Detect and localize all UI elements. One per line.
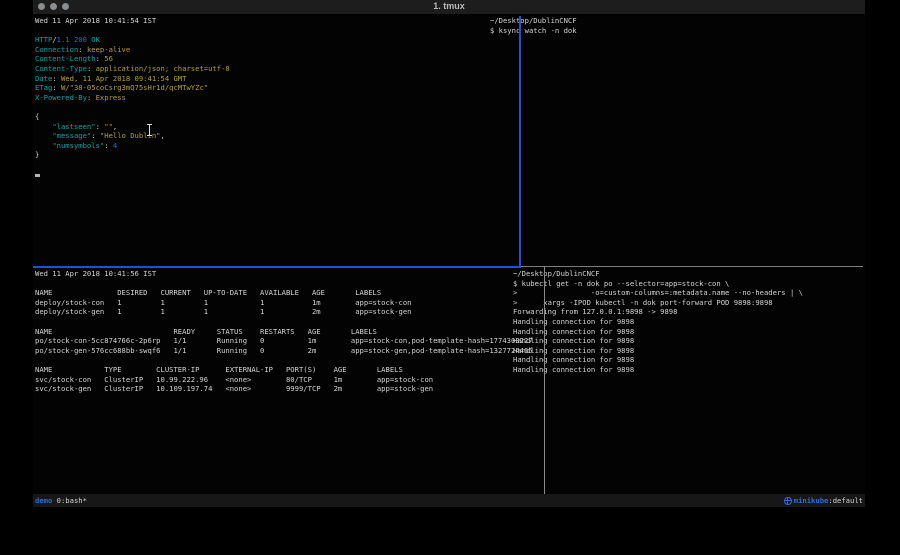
window-titlebar[interactable]: 1. tmux [33, 0, 865, 15]
terminal-line: po/stock-con-5cc874766c-2p6rp 1/1 Runnin… [35, 336, 542, 346]
terminal-line: ETag: W/"38-05coCsrg3mQ75sHr1d/qcMTwYZc" [35, 83, 518, 93]
terminal-line: > -o=custom-columns=:metadata.name --no-… [513, 288, 863, 298]
window-title: 1. tmux [33, 1, 865, 11]
terminal-line [35, 355, 542, 365]
helm-wheel-icon [784, 497, 792, 505]
terminal-line: svc/stock-gen ClusterIP 10.109.197.74 <n… [35, 384, 542, 394]
pane-divider-horizontal-right[interactable] [521, 266, 863, 267]
terminal-line: NAME READY STATUS RESTARTS AGE LABELS [35, 327, 542, 337]
pane-divider-horizontal-left[interactable] [33, 266, 521, 268]
terminal-line: Forwarding from 127.0.0.1:9898 -> 9898 [513, 307, 863, 317]
terminal-line: Handling connection for 9898 [513, 336, 863, 346]
terminal-line: } [35, 150, 518, 160]
terminal-line: Content-Type: application/json; charset=… [35, 64, 518, 74]
terminal-line: Connection: keep-alive [35, 45, 518, 55]
terminal-line: po/stock-gen-576cc688bb-swqf6 1/1 Runnin… [35, 346, 542, 356]
terminal-line: deploy/stock-gen 1 1 1 1 2m app=stock-ge… [35, 307, 542, 317]
terminal-line: Handling connection for 9898 [513, 355, 863, 365]
tmux-status-bar: demo 0:bash* minikube:default [33, 494, 865, 507]
terminal-line: ~/Desktop/DublinCNCF [513, 269, 863, 279]
terminal-line: Wed 11 Apr 2018 10:41:56 IST [35, 269, 542, 279]
terminal-line: Handling connection for 9898 [513, 365, 863, 375]
pane-http-response[interactable]: Wed 11 Apr 2018 10:41:54 IST HTTP/1.1 200… [35, 16, 518, 266]
terminal-line [35, 317, 542, 327]
pane-ksync-watch[interactable]: ~/Desktop/DublinCNCF$ ksync watch -n dok [490, 16, 862, 266]
terminal-line: svc/stock-con ClusterIP 10.99.222.96 <no… [35, 375, 542, 385]
mouse-cursor [147, 124, 152, 136]
terminal-line: { [35, 112, 518, 122]
terminal-line: Handling connection for 9898 [513, 346, 863, 356]
terminal-line: NAME DESIRED CURRENT UP-TO-DATE AVAILABL… [35, 288, 542, 298]
tmux-terminal: Wed 11 Apr 2018 10:41:54 IST HTTP/1.1 200… [33, 14, 865, 494]
pane-divider-vertical-bottom[interactable] [544, 267, 545, 494]
pane-kubectl-get[interactable]: Wed 11 Apr 2018 10:41:56 IST NAME DESIRED… [35, 269, 542, 493]
terminal-line: $ kubectl get -n dok po --selector=app=s… [513, 279, 863, 289]
terminal-line: > xargs -IPOD kubectl -n dok port-forwar… [513, 298, 863, 308]
terminal-line: Content-Length: 56 [35, 54, 518, 64]
terminal-line [35, 102, 518, 112]
terminal-line: Handling connection for 9898 [513, 317, 863, 327]
terminal-line: deploy/stock-con 1 1 1 1 1m app=stock-co… [35, 298, 542, 308]
kube-context: minikube [794, 494, 829, 507]
status-left: demo 0:bash* [35, 494, 87, 507]
kube-namespace: :default [828, 494, 863, 507]
session-name: demo [35, 496, 52, 505]
terminal-line: HTTP/1.1 200 OK [35, 35, 518, 45]
terminal-line: "numsymbols": 4 [35, 141, 518, 151]
status-right: minikube:default [784, 494, 863, 507]
terminal-line: NAME TYPE CLUSTER-IP EXTERNAL-IP PORT(S)… [35, 365, 542, 375]
terminal-line [35, 279, 542, 289]
desktop: 1. tmux Wed 11 Apr 2018 10:41:54 IST HTTP… [0, 0, 900, 555]
terminal-line: ~/Desktop/DublinCNCF [490, 16, 862, 26]
terminal-window: 1. tmux Wed 11 Apr 2018 10:41:54 IST HTTP… [33, 0, 865, 507]
terminal-line: "lastseen": "", [35, 122, 518, 132]
terminal-line: "message": "Hello Dublin", [35, 131, 518, 141]
active-window-label[interactable]: 0:bash* [52, 496, 87, 505]
terminal-line: Wed 11 Apr 2018 10:41:54 IST [35, 16, 518, 26]
pane-port-forward[interactable]: ~/Desktop/DublinCNCF$ kubectl get -n dok… [513, 269, 863, 493]
terminal-line [35, 26, 518, 36]
terminal-line: $ ksync watch -n dok [490, 26, 862, 36]
terminal-line: Date: Wed, 11 Apr 2018 09:41:54 GMT [35, 74, 518, 84]
terminal-line [35, 170, 518, 180]
terminal-line: X-Powered-By: Express [35, 93, 518, 103]
pane-divider-vertical-top[interactable] [519, 16, 521, 267]
terminal-line: Handling connection for 9898 [513, 327, 863, 337]
terminal-line [35, 160, 518, 170]
